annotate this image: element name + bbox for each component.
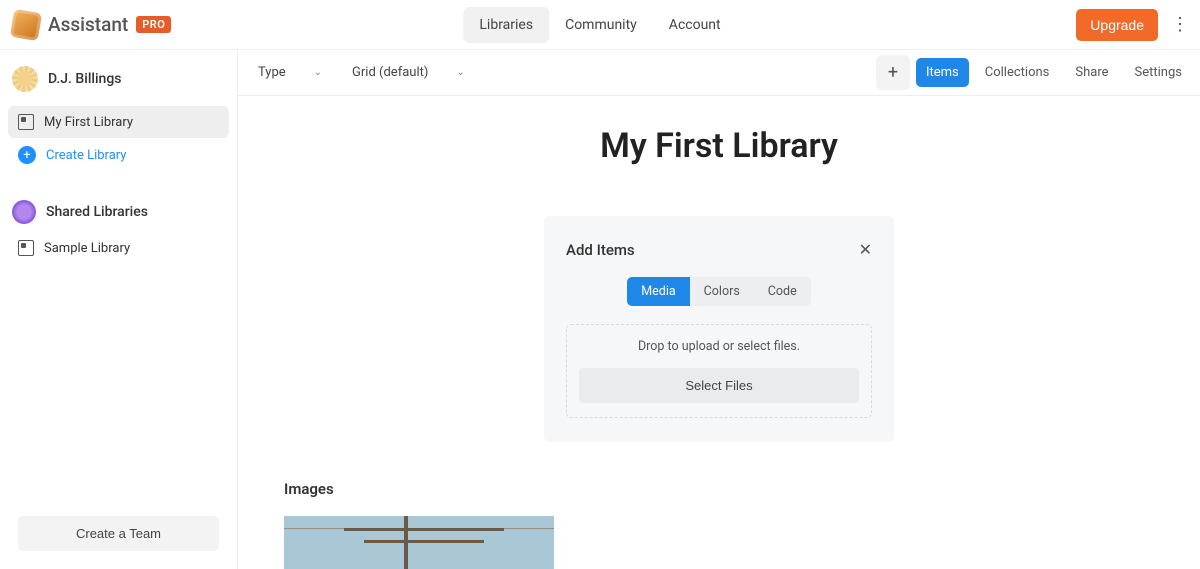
sort-dropdown[interactable]: Grid (default) ⌄ <box>340 59 477 86</box>
library-icon <box>18 114 34 130</box>
sidebar: D.J. Billings My First Library + Create … <box>0 50 238 569</box>
select-files-button[interactable]: Select Files <box>579 368 859 403</box>
add-items-tabs: Media Colors Code <box>566 277 872 306</box>
main-area: Type ⌄ Grid (default) ⌄ + Items Collecti… <box>238 50 1200 569</box>
sidebar-item-label: My First Library <box>44 115 133 130</box>
type-dropdown[interactable]: Type ⌄ <box>246 59 334 86</box>
sidebar-item-label: Sample Library <box>44 241 130 256</box>
images-heading: Images <box>284 480 1200 498</box>
tab-code[interactable]: Code <box>754 277 811 306</box>
tab-media[interactable]: Media <box>627 277 689 306</box>
user-name: D.J. Billings <box>48 71 121 87</box>
drop-zone[interactable]: Drop to upload or select files. Select F… <box>566 324 872 418</box>
app-header: Assistant PRO Libraries Community Accoun… <box>0 0 1200 50</box>
page-title: My First Library <box>600 126 838 166</box>
plus-icon: + <box>18 146 36 164</box>
add-items-card: Add Items ✕ Media Colors Code Drop to up… <box>544 216 894 442</box>
content: My First Library Add Items ✕ Media Color… <box>238 96 1200 569</box>
logo-icon <box>10 8 42 40</box>
chevron-down-icon: ⌄ <box>314 67 322 78</box>
create-library-label: Create Library <box>46 148 126 163</box>
nav-account[interactable]: Account <box>653 7 737 43</box>
create-team-button[interactable]: Create a Team <box>18 516 219 551</box>
tab-items[interactable]: Items <box>916 58 969 87</box>
more-menu-icon[interactable]: ⋮ <box>1168 9 1192 41</box>
sidebar-item-sample-library[interactable]: Sample Library <box>8 232 229 264</box>
library-toolbar: Type ⌄ Grid (default) ⌄ + Items Collecti… <box>238 50 1200 96</box>
add-items-heading: Add Items <box>566 241 635 259</box>
logo-text: Assistant <box>48 13 128 36</box>
images-section: Images <box>238 442 1200 569</box>
pro-badge: PRO <box>136 16 171 33</box>
logo[interactable]: Assistant PRO <box>8 11 171 39</box>
chevron-down-icon: ⌄ <box>456 67 464 78</box>
add-item-button[interactable]: + <box>876 55 910 90</box>
plus-icon: + <box>888 62 898 83</box>
nav-libraries[interactable]: Libraries <box>463 7 549 43</box>
tab-share[interactable]: Share <box>1065 58 1118 87</box>
sort-label: Grid (default) <box>352 65 428 80</box>
library-icon <box>18 240 34 256</box>
tab-collections[interactable]: Collections <box>975 58 1060 87</box>
upgrade-button[interactable]: Upgrade <box>1076 9 1158 41</box>
sidebar-item-my-first-library[interactable]: My First Library <box>8 106 229 138</box>
shared-libraries-header[interactable]: Shared Libraries <box>8 188 229 232</box>
shared-icon <box>12 200 36 224</box>
avatar <box>12 66 38 92</box>
nav-community[interactable]: Community <box>549 7 653 43</box>
user-row[interactable]: D.J. Billings <box>8 62 229 106</box>
create-library-button[interactable]: + Create Library <box>8 138 229 172</box>
drop-text: Drop to upload or select files. <box>579 339 859 354</box>
tab-colors[interactable]: Colors <box>690 277 754 306</box>
image-thumbnail[interactable] <box>284 516 554 569</box>
shared-libraries-label: Shared Libraries <box>46 204 148 220</box>
type-label: Type <box>258 65 286 80</box>
top-nav: Libraries Community Account <box>463 7 736 43</box>
tab-settings[interactable]: Settings <box>1125 58 1192 87</box>
close-icon[interactable]: ✕ <box>859 240 872 259</box>
